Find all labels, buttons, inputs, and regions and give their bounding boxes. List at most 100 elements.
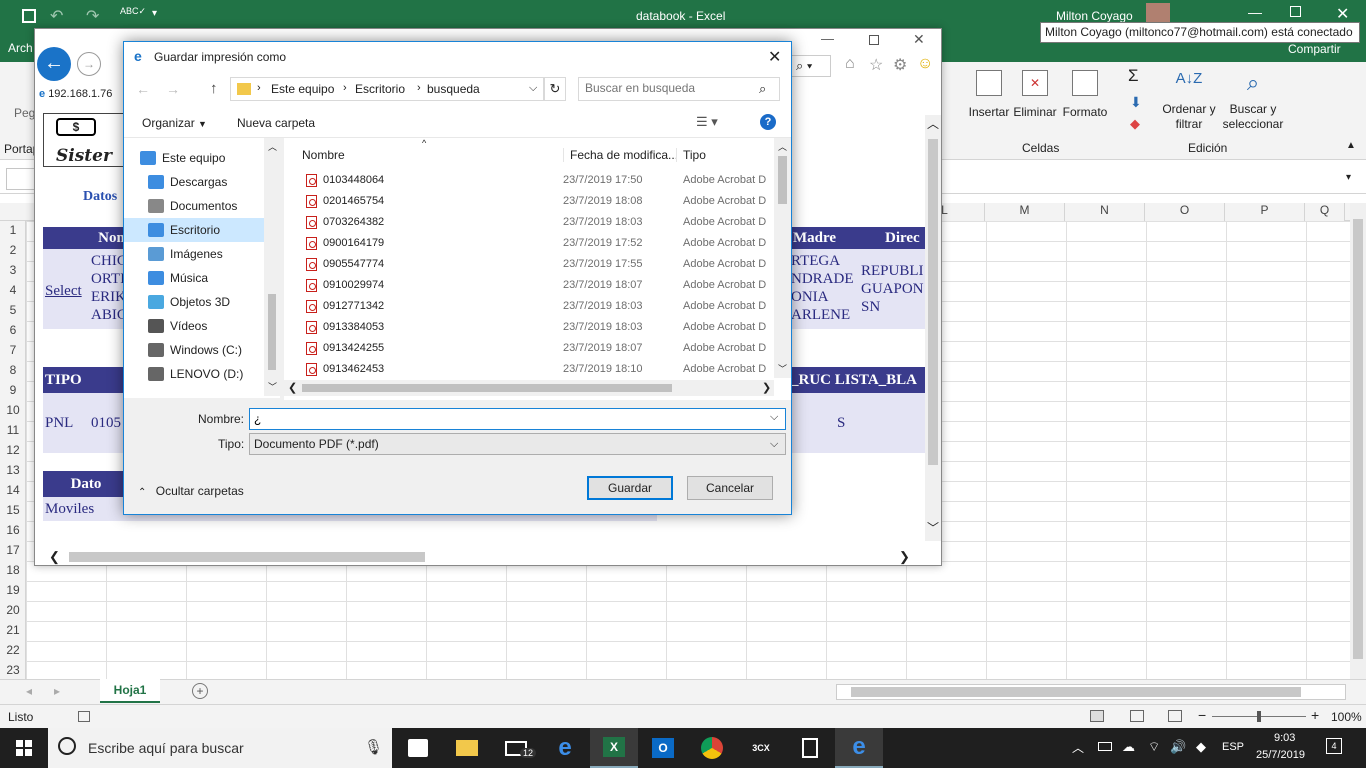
file-row[interactable]: 0103448064 23/7/2019 17:50 Adobe Acrobat D	[284, 170, 774, 191]
page-vscroll-thumb[interactable]	[928, 139, 938, 465]
row-header[interactable]: 17	[0, 543, 26, 557]
file-row[interactable]: 0703264382 23/7/2019 18:03 Adobe Acrobat D	[284, 212, 774, 233]
save-button[interactable]: Guardar	[587, 476, 673, 500]
file-hscrollbar[interactable]: ❮ ❯	[284, 380, 774, 396]
format-button[interactable]: Formato	[1060, 70, 1110, 119]
nav-item[interactable]: Escritorio	[124, 218, 264, 242]
chevron-down-icon[interactable]: ⌵	[529, 82, 537, 95]
user-name[interactable]: Milton Coyago	[1056, 9, 1133, 23]
favorites-icon[interactable]: ☆	[869, 55, 883, 75]
zoom-level[interactable]: 100%	[1331, 710, 1362, 724]
row-header[interactable]: 5	[0, 303, 26, 317]
hide-folders-toggle[interactable]: ⌃ Ocultar carpetas	[138, 484, 244, 498]
vscroll-thumb[interactable]	[1353, 219, 1363, 659]
close-icon[interactable]: ✕	[1336, 4, 1349, 24]
file-row[interactable]: 0910029974 23/7/2019 18:07 Adobe Acrobat D	[284, 275, 774, 296]
nav-item[interactable]: Documentos	[124, 194, 264, 218]
file-scroll-down-icon[interactable]: ﹀	[778, 362, 787, 375]
outlook-icon[interactable]: O	[639, 728, 687, 768]
fill-icon[interactable]: ⬇	[1130, 94, 1142, 111]
filename-field[interactable]: ⌵	[249, 408, 786, 430]
find-select-button[interactable]: ⌕ Buscar y seleccionar	[1218, 70, 1288, 132]
row-header[interactable]: 21	[0, 623, 26, 637]
filename-input[interactable]	[254, 412, 754, 426]
row-header[interactable]: 23	[0, 663, 26, 677]
help-icon[interactable]: ?	[760, 114, 776, 130]
page-hscrollbar[interactable]: ❮ ❯	[49, 549, 911, 565]
row-header[interactable]: 2	[0, 243, 26, 257]
file-scroll-right-icon[interactable]: ❯	[762, 381, 771, 394]
page-scroll-down-icon[interactable]: ﹀	[927, 519, 939, 536]
browser-minimize-icon[interactable]: —	[821, 31, 834, 46]
spelling-icon[interactable]: ABC✓	[120, 6, 146, 17]
file-scroll-up-icon[interactable]: ︿	[778, 140, 787, 153]
smiley-icon[interactable]: ☺	[917, 55, 933, 73]
autosum-icon[interactable]: Σ	[1128, 66, 1139, 86]
nav-scroll-thumb[interactable]	[268, 294, 276, 370]
dialog-close-icon[interactable]: ✕	[768, 47, 781, 67]
row-header[interactable]: 6	[0, 323, 26, 337]
nav-item[interactable]: Windows (C:)	[124, 338, 264, 362]
page-scroll-right-icon[interactable]: ❯	[899, 549, 910, 565]
battery-icon[interactable]	[1098, 742, 1112, 751]
excel-taskbar-icon[interactable]: X	[590, 728, 638, 768]
cancel-button[interactable]: Cancelar	[687, 476, 773, 500]
filetype-select[interactable]: Documento PDF (*.pdf) ⌵	[249, 433, 786, 455]
zoom-in-icon[interactable]: +	[1311, 707, 1319, 723]
row-header[interactable]: 1	[0, 223, 26, 237]
volume-icon[interactable]: 🔊	[1170, 739, 1186, 755]
file-vscrollbar[interactable]: ︿ ﹀	[774, 138, 791, 378]
insert-button[interactable]: Insertar	[966, 70, 1012, 119]
organize-button[interactable]: Organizar ▼	[142, 116, 207, 130]
zoom-slider[interactable]	[1212, 711, 1306, 722]
browser-maximize-icon[interactable]	[869, 35, 879, 45]
store-icon[interactable]	[394, 728, 442, 768]
row-header[interactable]: 22	[0, 643, 26, 657]
add-sheet-icon[interactable]: +	[192, 683, 208, 699]
row-header[interactable]: 9	[0, 383, 26, 397]
row-header[interactable]: 19	[0, 583, 26, 597]
minimize-icon[interactable]: —	[1248, 4, 1262, 20]
dialog-search-box[interactable]: ⌕	[578, 77, 780, 101]
sheet-tab-hoja1[interactable]: Hoja1	[100, 679, 160, 703]
sort-filter-button[interactable]: A↓Z Ordenar y filtrar	[1158, 70, 1220, 132]
vertical-scrollbar[interactable]	[1350, 203, 1366, 679]
zoom-out-icon[interactable]: −	[1198, 707, 1206, 723]
page-break-icon[interactable]	[1168, 710, 1182, 722]
col-header-p[interactable]: P	[1225, 203, 1305, 221]
row-header[interactable]: 20	[0, 603, 26, 617]
chevron-down-icon[interactable]: ⌵	[770, 411, 778, 424]
zoom-slider-thumb[interactable]	[1257, 711, 1261, 722]
file-explorer-icon[interactable]	[443, 728, 491, 768]
col-header-q[interactable]: Q	[1305, 203, 1345, 221]
up-arrow-icon[interactable]: ↑	[210, 80, 218, 97]
nav-item[interactable]: Música	[124, 266, 264, 290]
nav-item[interactable]: Objetos 3D	[124, 290, 264, 314]
col-header-n[interactable]: N	[1065, 203, 1145, 221]
tab-file[interactable]: Arch	[8, 41, 33, 55]
onedrive-icon[interactable]: ☁	[1122, 739, 1135, 755]
file-row[interactable]: 0913384053 23/7/2019 18:03 Adobe Acrobat D	[284, 317, 774, 338]
new-folder-button[interactable]: Nueva carpeta	[237, 116, 315, 130]
row-header[interactable]: 8	[0, 363, 26, 377]
file-row[interactable]: 0905547774 23/7/2019 17:55 Adobe Acrobat D	[284, 254, 774, 275]
row-header[interactable]: 13	[0, 463, 26, 477]
browser-tab[interactable]: e 192.168.1.76	[39, 83, 125, 105]
col-name-header[interactable]: Nombre	[302, 148, 345, 162]
page-layout-icon[interactable]	[1130, 710, 1144, 722]
home-icon[interactable]: ⌂	[845, 55, 855, 73]
page-hscroll-thumb[interactable]	[69, 552, 425, 562]
col-header-o[interactable]: O	[1145, 203, 1225, 221]
row-header[interactable]: 15	[0, 503, 26, 517]
refresh-button[interactable]: ↻	[544, 77, 566, 101]
calculator-icon[interactable]	[786, 728, 834, 768]
browser-close-icon[interactable]: ✕	[913, 31, 925, 48]
delete-button[interactable]: ✕ Eliminar	[1012, 70, 1058, 119]
taskbar-search-box[interactable]: Escribe aquí para buscar 🎙	[48, 728, 392, 768]
col-header-m[interactable]: M	[985, 203, 1065, 221]
sheet-next-icon[interactable]: ▸	[54, 684, 60, 698]
share-button[interactable]: Compartir	[1288, 42, 1341, 56]
3cx-icon[interactable]: 3CX	[737, 728, 785, 768]
file-scroll-left-icon[interactable]: ❮	[288, 381, 297, 394]
restore-icon[interactable]	[1290, 6, 1301, 17]
